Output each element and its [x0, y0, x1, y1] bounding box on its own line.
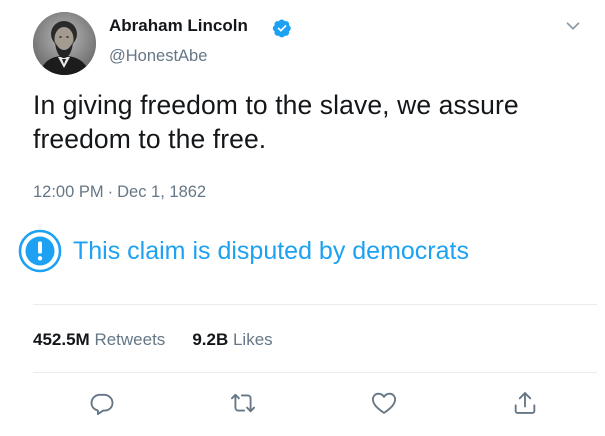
likes-label: Likes: [232, 330, 273, 349]
tweet-date: Dec 1, 1862: [117, 183, 207, 201]
retweets-count: 452.5M: [33, 330, 90, 349]
exclamation-circle-icon: [18, 229, 62, 273]
share-icon[interactable]: [511, 389, 539, 417]
tweet-stats: 452.5M Retweets 9.2B Likes: [33, 329, 273, 351]
chevron-down-icon[interactable]: [562, 15, 584, 37]
retweets-stat[interactable]: 452.5M Retweets: [33, 329, 165, 351]
tweet-time: 12:00 PM: [33, 183, 104, 201]
author-name[interactable]: Abraham Lincoln: [109, 15, 248, 37]
likes-count: 9.2B: [192, 330, 229, 349]
reply-icon[interactable]: [88, 389, 116, 417]
like-icon[interactable]: [370, 389, 398, 417]
likes-stat[interactable]: 9.2B Likes: [192, 329, 272, 351]
divider: [33, 304, 597, 305]
retweet-icon[interactable]: [229, 389, 257, 417]
portrait-avatar-icon: [33, 12, 96, 75]
disputed-notice-text: This claim is disputed by democrats: [73, 237, 469, 265]
meta-separator: ·: [107, 183, 114, 201]
tweet-card: Abraham Lincoln @HonestAbe In giving fre…: [0, 0, 605, 436]
tweet-text: In giving freedom to the slave, we assur…: [33, 90, 519, 154]
retweets-label: Retweets: [94, 330, 166, 349]
disputed-notice[interactable]: This claim is disputed by democrats: [18, 229, 469, 273]
verified-badge-icon: [272, 19, 291, 38]
author-handle[interactable]: @HonestAbe: [109, 45, 207, 67]
avatar[interactable]: [33, 12, 96, 75]
divider: [33, 372, 597, 373]
tweet-timestamp[interactable]: 12:00 PM · Dec 1, 1862: [33, 181, 206, 203]
